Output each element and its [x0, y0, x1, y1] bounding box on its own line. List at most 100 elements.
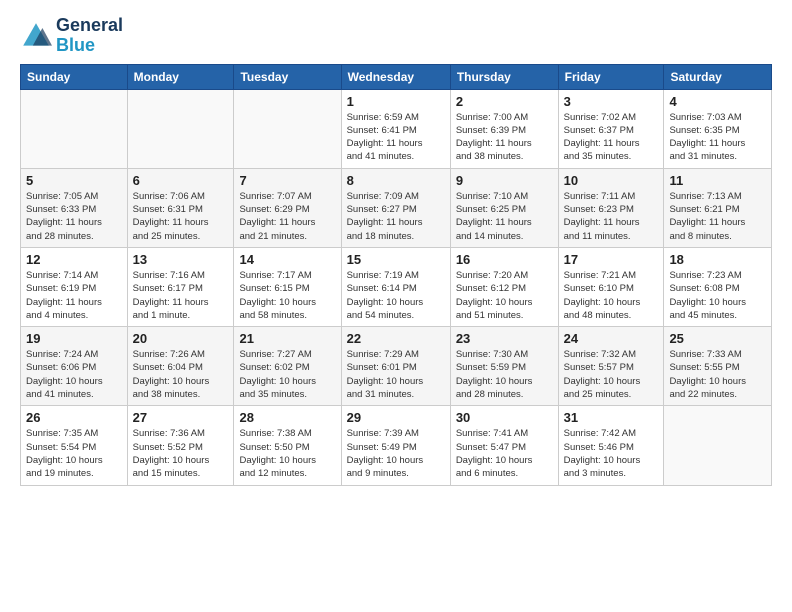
day-number: 6: [133, 173, 229, 188]
day-number: 11: [669, 173, 766, 188]
day-info: Sunrise: 6:59 AMSunset: 6:41 PMDaylight:…: [347, 111, 445, 164]
day-info: Sunrise: 7:05 AMSunset: 6:33 PMDaylight:…: [26, 190, 122, 243]
day-info: Sunrise: 7:30 AMSunset: 5:59 PMDaylight:…: [456, 348, 553, 401]
week-row-4: 19 Sunrise: 7:24 AMSunset: 6:06 PMDayligh…: [21, 327, 772, 406]
day-info: Sunrise: 7:23 AMSunset: 6:08 PMDaylight:…: [669, 269, 766, 322]
day-number: 8: [347, 173, 445, 188]
calendar-cell: 2 Sunrise: 7:00 AMSunset: 6:39 PMDaylight…: [450, 89, 558, 168]
day-number: 7: [239, 173, 335, 188]
calendar-cell: 27 Sunrise: 7:36 AMSunset: 5:52 PMDayligh…: [127, 406, 234, 485]
weekday-header-monday: Monday: [127, 64, 234, 89]
calendar-cell: 29 Sunrise: 7:39 AMSunset: 5:49 PMDayligh…: [341, 406, 450, 485]
day-number: 4: [669, 94, 766, 109]
day-info: Sunrise: 7:06 AMSunset: 6:31 PMDaylight:…: [133, 190, 229, 243]
day-number: 26: [26, 410, 122, 425]
calendar-cell: 15Sunrise: 7:19 AMSunset: 6:14 PMDayligh…: [341, 247, 450, 326]
week-row-5: 26 Sunrise: 7:35 AMSunset: 5:54 PMDayligh…: [21, 406, 772, 485]
day-info: Sunrise: 7:16 AMSunset: 6:17 PMDaylight:…: [133, 269, 229, 322]
logo-text: General Blue: [56, 16, 123, 56]
weekday-header-saturday: Saturday: [664, 64, 772, 89]
day-number: 14: [239, 252, 335, 267]
day-info: Sunrise: 7:10 AMSunset: 6:25 PMDaylight:…: [456, 190, 553, 243]
weekday-header-row: SundayMondayTuesdayWednesdayThursdayFrid…: [21, 64, 772, 89]
weekday-header-wednesday: Wednesday: [341, 64, 450, 89]
calendar-cell: 23 Sunrise: 7:30 AMSunset: 5:59 PMDayligh…: [450, 327, 558, 406]
day-info: Sunrise: 7:13 AMSunset: 6:21 PMDaylight:…: [669, 190, 766, 243]
calendar-cell: 31Sunrise: 7:42 AMSunset: 5:46 PMDayligh…: [558, 406, 664, 485]
calendar-cell: 5 Sunrise: 7:05 AMSunset: 6:33 PMDaylight…: [21, 168, 128, 247]
calendar-cell: [664, 406, 772, 485]
calendar-cell: 20 Sunrise: 7:26 AMSunset: 6:04 PMDayligh…: [127, 327, 234, 406]
day-info: Sunrise: 7:03 AMSunset: 6:35 PMDaylight:…: [669, 111, 766, 164]
day-number: 9: [456, 173, 553, 188]
day-number: 2: [456, 94, 553, 109]
calendar-cell: 24Sunrise: 7:32 AMSunset: 5:57 PMDayligh…: [558, 327, 664, 406]
day-info: Sunrise: 7:20 AMSunset: 6:12 PMDaylight:…: [456, 269, 553, 322]
calendar-cell: 25 Sunrise: 7:33 AMSunset: 5:55 PMDayligh…: [664, 327, 772, 406]
day-info: Sunrise: 7:07 AMSunset: 6:29 PMDaylight:…: [239, 190, 335, 243]
day-info: Sunrise: 7:14 AMSunset: 6:19 PMDaylight:…: [26, 269, 122, 322]
calendar-cell: 7 Sunrise: 7:07 AMSunset: 6:29 PMDaylight…: [234, 168, 341, 247]
calendar-cell: [127, 89, 234, 168]
day-number: 5: [26, 173, 122, 188]
calendar-cell: 16 Sunrise: 7:20 AMSunset: 6:12 PMDayligh…: [450, 247, 558, 326]
day-info: Sunrise: 7:02 AMSunset: 6:37 PMDaylight:…: [564, 111, 659, 164]
header: General Blue: [20, 16, 772, 56]
day-number: 1: [347, 94, 445, 109]
day-info: Sunrise: 7:42 AMSunset: 5:46 PMDaylight:…: [564, 427, 659, 480]
day-info: Sunrise: 7:24 AMSunset: 6:06 PMDaylight:…: [26, 348, 122, 401]
calendar-cell: 1 Sunrise: 6:59 AMSunset: 6:41 PMDaylight…: [341, 89, 450, 168]
weekday-header-thursday: Thursday: [450, 64, 558, 89]
calendar-cell: 22 Sunrise: 7:29 AMSunset: 6:01 PMDayligh…: [341, 327, 450, 406]
day-info: Sunrise: 7:33 AMSunset: 5:55 PMDaylight:…: [669, 348, 766, 401]
logo-icon: [20, 20, 52, 52]
day-info: Sunrise: 7:11 AMSunset: 6:23 PMDaylight:…: [564, 190, 659, 243]
calendar-cell: 28 Sunrise: 7:38 AMSunset: 5:50 PMDayligh…: [234, 406, 341, 485]
calendar-cell: 6 Sunrise: 7:06 AMSunset: 6:31 PMDaylight…: [127, 168, 234, 247]
day-number: 24: [564, 331, 659, 346]
calendar-cell: 11 Sunrise: 7:13 AMSunset: 6:21 PMDayligh…: [664, 168, 772, 247]
calendar-cell: [234, 89, 341, 168]
day-number: 18: [669, 252, 766, 267]
page: General Blue SundayMondayTuesdayWednesda…: [0, 0, 792, 612]
day-number: 3: [564, 94, 659, 109]
weekday-header-tuesday: Tuesday: [234, 64, 341, 89]
day-number: 28: [239, 410, 335, 425]
calendar-cell: 3 Sunrise: 7:02 AMSunset: 6:37 PMDaylight…: [558, 89, 664, 168]
calendar-cell: 18 Sunrise: 7:23 AMSunset: 6:08 PMDayligh…: [664, 247, 772, 326]
day-number: 22: [347, 331, 445, 346]
weekday-header-sunday: Sunday: [21, 64, 128, 89]
calendar-cell: 8 Sunrise: 7:09 AMSunset: 6:27 PMDaylight…: [341, 168, 450, 247]
day-info: Sunrise: 7:00 AMSunset: 6:39 PMDaylight:…: [456, 111, 553, 164]
day-info: Sunrise: 7:38 AMSunset: 5:50 PMDaylight:…: [239, 427, 335, 480]
day-number: 25: [669, 331, 766, 346]
calendar-cell: 19 Sunrise: 7:24 AMSunset: 6:06 PMDayligh…: [21, 327, 128, 406]
day-number: 17: [564, 252, 659, 267]
day-info: Sunrise: 7:36 AMSunset: 5:52 PMDaylight:…: [133, 427, 229, 480]
calendar-cell: 10Sunrise: 7:11 AMSunset: 6:23 PMDayligh…: [558, 168, 664, 247]
day-number: 29: [347, 410, 445, 425]
day-number: 21: [239, 331, 335, 346]
day-number: 20: [133, 331, 229, 346]
calendar-cell: 13 Sunrise: 7:16 AMSunset: 6:17 PMDayligh…: [127, 247, 234, 326]
day-info: Sunrise: 7:09 AMSunset: 6:27 PMDaylight:…: [347, 190, 445, 243]
day-info: Sunrise: 7:41 AMSunset: 5:47 PMDaylight:…: [456, 427, 553, 480]
day-number: 27: [133, 410, 229, 425]
day-info: Sunrise: 7:39 AMSunset: 5:49 PMDaylight:…: [347, 427, 445, 480]
day-info: Sunrise: 7:27 AMSunset: 6:02 PMDaylight:…: [239, 348, 335, 401]
week-row-2: 5 Sunrise: 7:05 AMSunset: 6:33 PMDaylight…: [21, 168, 772, 247]
day-info: Sunrise: 7:29 AMSunset: 6:01 PMDaylight:…: [347, 348, 445, 401]
day-number: 16: [456, 252, 553, 267]
day-number: 23: [456, 331, 553, 346]
day-number: 13: [133, 252, 229, 267]
weekday-header-friday: Friday: [558, 64, 664, 89]
day-number: 19: [26, 331, 122, 346]
day-info: Sunrise: 7:21 AMSunset: 6:10 PMDaylight:…: [564, 269, 659, 322]
day-info: Sunrise: 7:35 AMSunset: 5:54 PMDaylight:…: [26, 427, 122, 480]
day-info: Sunrise: 7:26 AMSunset: 6:04 PMDaylight:…: [133, 348, 229, 401]
day-number: 30: [456, 410, 553, 425]
calendar-cell: 26 Sunrise: 7:35 AMSunset: 5:54 PMDayligh…: [21, 406, 128, 485]
calendar: SundayMondayTuesdayWednesdayThursdayFrid…: [20, 64, 772, 486]
calendar-cell: 17 Sunrise: 7:21 AMSunset: 6:10 PMDayligh…: [558, 247, 664, 326]
calendar-cell: 4 Sunrise: 7:03 AMSunset: 6:35 PMDaylight…: [664, 89, 772, 168]
